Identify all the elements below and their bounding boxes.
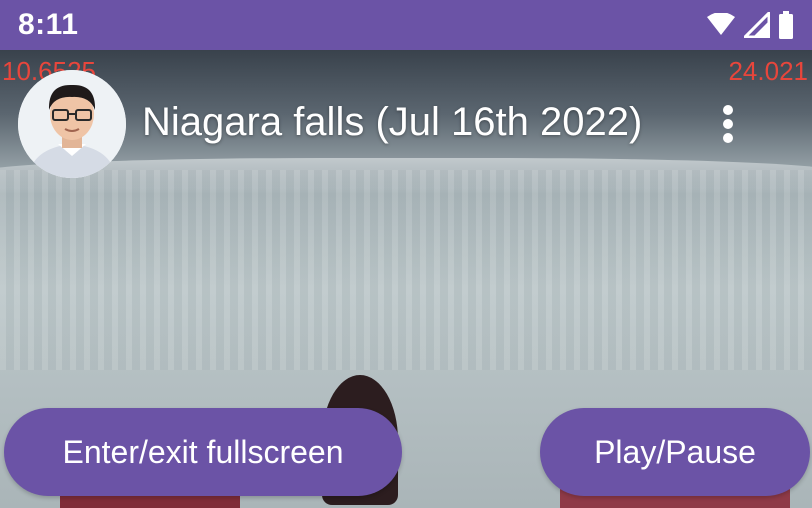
video-title: Niagara falls (Jul 16th 2022): [142, 100, 643, 144]
debug-value-right: 24.021: [728, 56, 808, 86]
status-bar: 8:11: [0, 0, 812, 50]
more-options-button[interactable]: [708, 100, 748, 148]
user-avatar[interactable]: [18, 70, 126, 178]
play-pause-button[interactable]: Play/Pause: [540, 408, 810, 496]
wifi-icon: [707, 13, 735, 35]
more-vertical-icon: [723, 105, 733, 143]
battery-icon: [779, 11, 793, 39]
video-frame-water: [0, 170, 812, 370]
avatar-image: [18, 70, 126, 178]
fullscreen-button[interactable]: Enter/exit fullscreen: [4, 408, 402, 496]
signal-icon: [744, 12, 770, 38]
status-time: 8:11: [18, 8, 79, 41]
status-icons: [706, 11, 794, 39]
